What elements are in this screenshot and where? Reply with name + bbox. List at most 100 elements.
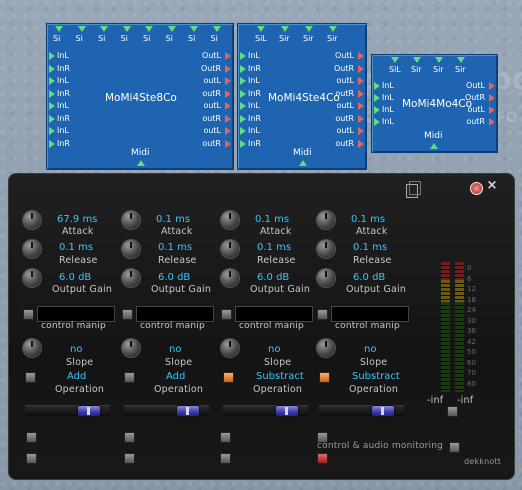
input-pin-icon[interactable] xyxy=(49,102,55,110)
output-pin-icon[interactable] xyxy=(358,127,364,135)
input-pin-icon[interactable] xyxy=(240,89,246,98)
output-pin-icon[interactable] xyxy=(225,114,231,123)
channel-3-attack-knob[interactable] xyxy=(221,211,239,229)
input-pin-icon[interactable] xyxy=(49,114,55,123)
input-pin-top-icon[interactable] xyxy=(257,26,265,32)
channel-4-slope-knob[interactable] xyxy=(317,339,335,357)
channel-4-monitor-b[interactable] xyxy=(317,453,328,464)
input-pin-icon[interactable] xyxy=(49,139,55,148)
output-pin-icon[interactable] xyxy=(358,102,364,110)
channel-3-mix-slider-thumb[interactable] xyxy=(275,405,299,417)
input-pin-icon[interactable] xyxy=(240,77,246,85)
midi-pin-icon[interactable] xyxy=(299,160,307,166)
channel-1-mix-slider-thumb[interactable] xyxy=(77,405,101,417)
output-pin-icon[interactable] xyxy=(358,89,364,98)
meter-reset-button[interactable] xyxy=(447,406,458,417)
midi-pin-icon[interactable] xyxy=(430,143,438,149)
output-pin-icon[interactable] xyxy=(358,64,364,73)
channel-3-monitor-b[interactable] xyxy=(220,453,231,464)
channel-1-monitor-b[interactable] xyxy=(26,453,37,464)
channel-1-control-manip-field[interactable] xyxy=(37,306,115,322)
channel-4-release-knob[interactable] xyxy=(317,240,335,258)
channel-2-control-manip-field[interactable] xyxy=(136,306,214,322)
module-momi4mo4co[interactable]: MoMi4Mo4Co SiL Sir Sir Sir InL InL InL InL OutL O… xyxy=(371,54,498,153)
input-pin-icon[interactable] xyxy=(374,106,380,114)
channel-1-control-manip-toggle[interactable] xyxy=(23,309,34,320)
output-pin-icon[interactable] xyxy=(358,52,364,60)
input-pin-top-icon[interactable] xyxy=(100,26,108,32)
output-pin-icon[interactable] xyxy=(489,118,495,126)
input-pin-top-icon[interactable] xyxy=(391,57,399,63)
channel-3-monitor-a[interactable] xyxy=(220,432,231,443)
channel-3-control-manip-toggle[interactable] xyxy=(221,309,232,320)
input-pin-top-icon[interactable] xyxy=(55,26,63,32)
close-icon[interactable]: × xyxy=(485,179,499,193)
channel-2-slope-knob[interactable] xyxy=(122,339,140,357)
channel-1-monitor-a[interactable] xyxy=(26,432,37,443)
input-pin-icon[interactable] xyxy=(374,118,380,126)
channel-3-gain-knob[interactable] xyxy=(221,269,239,287)
input-pin-icon[interactable] xyxy=(240,102,246,110)
module-momi4ste8co[interactable]: MoMi4Ste8Co Si Si Si Si Si Si Si Si InL InR InL InR… xyxy=(46,23,234,170)
input-pin-icon[interactable] xyxy=(49,127,55,135)
channel-2-attack-knob[interactable] xyxy=(122,211,140,229)
channel-4-control-manip-toggle[interactable] xyxy=(317,309,328,320)
channel-3-release-knob[interactable] xyxy=(221,240,239,258)
output-pin-icon[interactable] xyxy=(358,139,364,148)
input-pin-top-icon[interactable] xyxy=(212,26,221,32)
channel-4-attack-knob[interactable] xyxy=(317,211,335,229)
input-pin-top-icon[interactable] xyxy=(413,57,421,63)
channel-1-operation-toggle[interactable] xyxy=(25,372,36,383)
module-momi4ste4co[interactable]: MoMi4Ste4Co SiL Sir Sir Sir InL InR InL InR InL I… xyxy=(237,23,367,170)
input-pin-top-icon[interactable] xyxy=(122,26,131,32)
input-pin-top-icon[interactable] xyxy=(145,26,153,32)
input-pin-icon[interactable] xyxy=(49,52,55,60)
channel-1-attack-knob[interactable] xyxy=(23,211,41,229)
output-pin-icon[interactable] xyxy=(225,64,231,73)
input-pin-top-icon[interactable] xyxy=(329,26,337,32)
input-pin-icon[interactable] xyxy=(49,64,55,73)
input-pin-top-icon[interactable] xyxy=(77,26,86,32)
channel-2-control-manip-toggle[interactable] xyxy=(122,309,133,320)
input-pin-top-icon[interactable] xyxy=(457,57,465,63)
channel-2-monitor-b[interactable] xyxy=(124,453,135,464)
input-pin-icon[interactable] xyxy=(240,127,246,135)
channel-1-gain-knob[interactable] xyxy=(23,269,41,287)
input-pin-top-icon[interactable] xyxy=(305,26,313,32)
input-pin-icon[interactable] xyxy=(240,52,246,60)
output-pin-icon[interactable] xyxy=(489,82,495,90)
monitoring-toggle[interactable] xyxy=(449,442,460,453)
channel-2-gain-knob[interactable] xyxy=(122,269,140,287)
channel-2-mix-slider-thumb[interactable] xyxy=(176,405,200,417)
output-pin-icon[interactable] xyxy=(358,114,364,123)
input-pin-top-icon[interactable] xyxy=(435,57,443,63)
output-pin-icon[interactable] xyxy=(225,139,231,148)
input-pin-icon[interactable] xyxy=(49,89,55,98)
output-pin-icon[interactable] xyxy=(489,106,495,114)
input-pin-icon[interactable] xyxy=(374,94,380,102)
input-pin-top-icon[interactable] xyxy=(190,26,198,32)
channel-3-slope-knob[interactable] xyxy=(221,339,239,357)
output-pin-icon[interactable] xyxy=(225,77,231,85)
input-pin-icon[interactable] xyxy=(240,64,246,73)
input-pin-top-icon[interactable] xyxy=(167,26,176,32)
channel-1-release-knob[interactable] xyxy=(23,240,41,258)
minimize-icon[interactable] xyxy=(470,182,483,195)
input-pin-icon[interactable] xyxy=(49,77,55,85)
channel-4-gain-knob[interactable] xyxy=(317,269,335,287)
channel-4-mix-slider-thumb[interactable] xyxy=(371,405,395,417)
channel-4-operation-toggle[interactable] xyxy=(319,372,330,383)
channel-4-control-manip-field[interactable] xyxy=(331,306,409,322)
input-pin-icon[interactable] xyxy=(240,139,246,148)
input-pin-icon[interactable] xyxy=(374,82,380,90)
output-pin-icon[interactable] xyxy=(225,102,231,110)
input-pin-top-icon[interactable] xyxy=(281,26,289,32)
channel-1-slope-knob[interactable] xyxy=(23,339,41,357)
output-pin-icon[interactable] xyxy=(225,89,231,98)
channel-2-release-knob[interactable] xyxy=(122,240,140,258)
channel-2-operation-toggle[interactable] xyxy=(124,372,135,383)
output-pin-icon[interactable] xyxy=(225,52,231,60)
midi-pin-icon[interactable] xyxy=(137,160,145,166)
output-pin-icon[interactable] xyxy=(489,94,495,102)
channel-2-monitor-a[interactable] xyxy=(124,432,135,443)
